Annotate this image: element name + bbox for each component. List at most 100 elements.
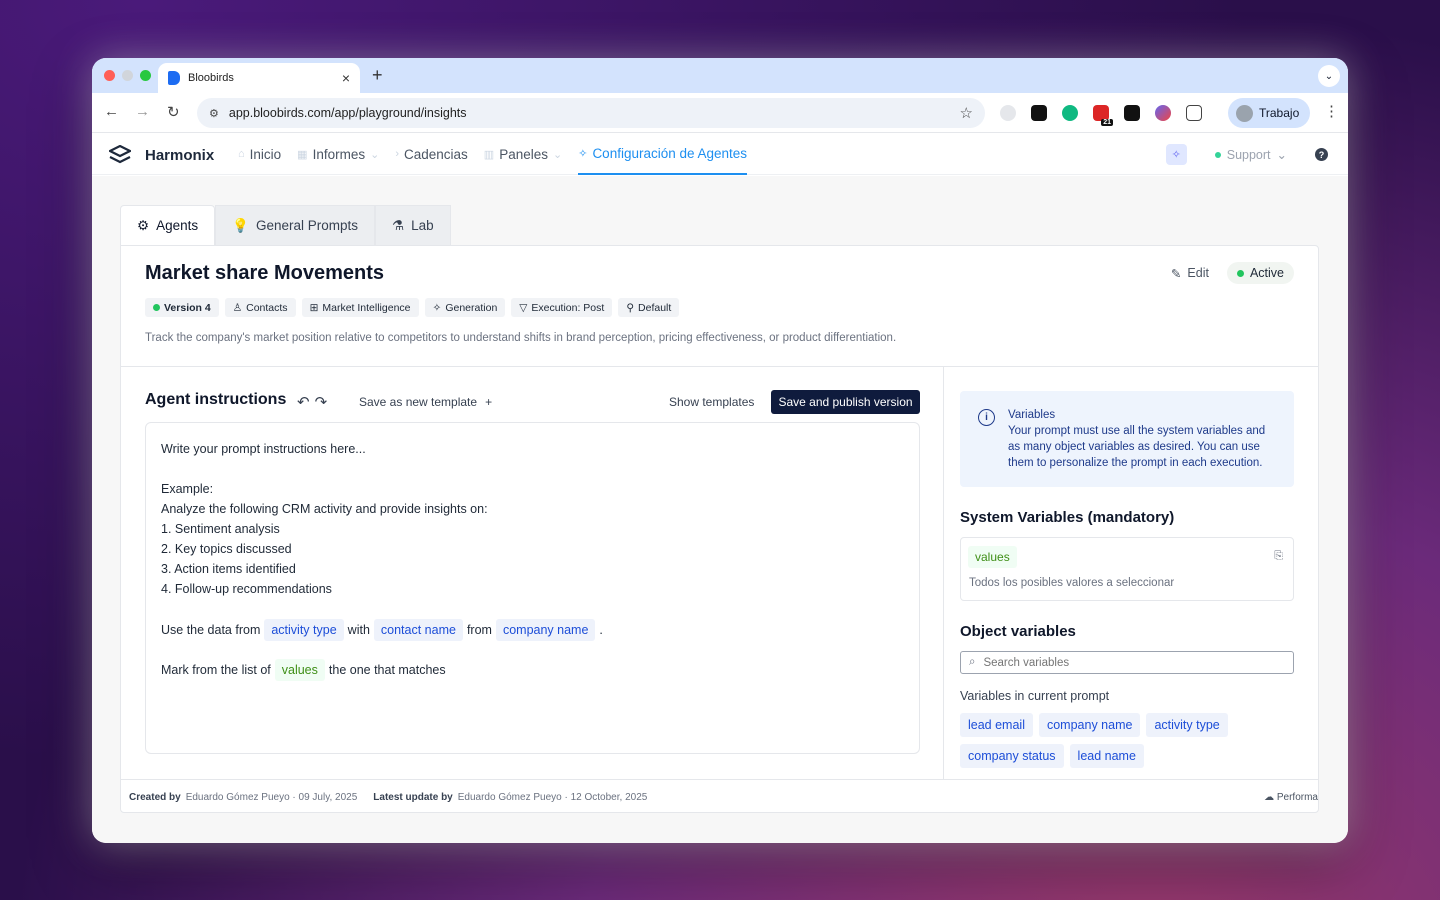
variable-chip[interactable]: company name [1038,713,1141,737]
back-icon[interactable]: ← [104,103,119,120]
save-and-publish-button[interactable]: Save and publish version [771,390,920,414]
forward-icon[interactable]: → [135,103,150,120]
report-icon: ▦ [297,148,308,161]
chevron-down-icon: ⌄ [553,148,563,161]
nav-item-inicio[interactable]: ⌂ Inicio [238,133,281,175]
bookmark-star-icon[interactable]: ☆ [960,104,973,122]
tab-label: Lab [411,218,434,233]
status-label: Active [1249,266,1284,280]
reload-icon[interactable]: ↻ [167,103,180,121]
tab-agents[interactable]: ⚙ Agents [120,205,216,245]
nav-item-paneles[interactable]: ▥ Paneles ⌄ [484,133,562,175]
save-as-template-button[interactable]: Save as new template + [359,395,492,409]
sparkle-icon: ✧ [432,301,442,314]
nav-item-informes[interactable]: ▦ Informes ⌄ [297,133,379,175]
editor-line: Analyze the following CRM activity and p… [161,502,488,516]
variable-chip[interactable]: lead email [960,713,1033,737]
extension-3-icon[interactable] [1062,105,1078,121]
online-dot [1214,151,1221,158]
created-value: Eduardo Gómez Pueyo · 09 July, 2025 [185,791,358,803]
current-variables-list: lead email company name activity type co… [960,713,1294,768]
copy-icon[interactable]: ⎘ [1274,550,1283,563]
editor-line-mark: Mark from the list of values the one that … [161,659,904,681]
nav-item-cadencias[interactable]: › Cadencias [395,133,467,175]
variable-chip[interactable]: activity type [1146,713,1228,737]
undo-icon[interactable]: ↶ [297,394,315,411]
performance-link[interactable]: ☁ Performa [1264,792,1318,803]
url-text: app.bloobirds.com/app/playground/insight… [228,106,467,120]
variable-chip[interactable]: lead name [1069,744,1144,768]
maximize-window-button[interactable] [140,70,151,81]
profile-button[interactable]: Trabajo [1228,98,1310,128]
system-variable-chip[interactable]: values [274,659,325,681]
chip-market-intelligence: ⊞ Market Intelligence [301,298,419,317]
browser-window: Bloobirds × + ⌄ ← → ↻ ⚙ app.bloobirds.co… [92,58,1348,843]
harmonix-logo-icon [109,145,131,164]
redo-icon[interactable]: ↷ [315,394,333,411]
extension-6-icon[interactable] [1155,105,1171,121]
variable-chip[interactable]: activity type [264,619,344,641]
filter-icon: ▽ [519,301,528,314]
support-menu[interactable]: Support ⌄ [1214,147,1287,162]
system-variable-card: values ⎘ Todos los posibles valores a se… [960,537,1294,601]
tab-general-prompts[interactable]: 💡 General Prompts [215,205,375,245]
prompt-editor[interactable]: Write your prompt instructions here... E… [145,422,920,754]
chip-execution: ▽ Execution: Post [511,298,613,317]
agent-chips: Version 4 ♙ Contacts ⊞ Market Intelligence… [145,298,680,317]
browser-tab[interactable]: Bloobirds × [158,63,360,93]
extension-2-icon[interactable] [1031,105,1047,121]
editor-text: Mark from the list of [161,663,271,677]
extension-4-icon[interactable]: 21 [1093,105,1113,126]
home-icon: ⌂ [238,148,245,160]
tab-search-chevron-icon[interactable]: ⌄ [1318,65,1340,87]
save-template-label: Save as new template [359,395,478,409]
chip-default: ⚲ Default [618,298,680,317]
main-nav: ⌂ Inicio ▦ Informes ⌄ › Cadencias ▥ Paneles ⌄ … [238,133,748,175]
chevron-down-icon: ⌄ [370,148,380,161]
profile-name: Trabajo [1259,106,1300,120]
site-settings-icon[interactable]: ⚙ [209,107,219,120]
info-text: Your prompt must use all the system vari… [1008,425,1266,469]
link-icon: ⚲ [626,301,635,314]
help-icon[interactable]: ? [1315,148,1328,161]
status-badge[interactable]: Active [1226,262,1294,284]
close-tab-icon[interactable]: × [342,70,350,86]
chip-label: Execution: Post [531,301,605,314]
variable-chip[interactable]: company status [960,744,1064,768]
agent-card: Market share Movements ✎ Edit Active Vers… [120,245,1319,813]
system-variable-chip[interactable]: values [968,546,1017,568]
show-templates-button[interactable]: Show templates [669,395,754,409]
variable-chip[interactable]: company name [495,619,596,641]
browser-menu-icon[interactable]: ⋮ [1324,102,1339,120]
undo-redo: ↶↷ [297,393,332,411]
variable-chip[interactable]: contact name [373,619,463,641]
created-label: Created by [129,791,181,803]
chevron-down-icon: ⌄ [1276,148,1287,162]
extensions-puzzle-icon[interactable] [1186,105,1202,121]
nav-item-configuracion-agentes[interactable]: ✧ Configuración de Agentes [578,133,748,175]
current-variables-label: Variables in current prompt [960,689,1110,703]
extension-5-icon[interactable] [1124,105,1140,121]
extensions-bar: 21 [1000,105,1202,126]
agents-icon: ⚙ [137,217,150,233]
new-tab-icon[interactable]: + [372,65,383,86]
close-window-button[interactable] [104,70,115,81]
flask-icon: ⚗ [392,217,405,233]
search-input[interactable] [983,656,1264,669]
chip-contacts: ♙ Contacts [224,298,296,317]
nav-label: Inicio [249,146,282,162]
minimize-window-button[interactable] [122,70,133,81]
edit-button[interactable]: ✎ Edit [1171,266,1209,281]
address-bar[interactable]: ⚙ app.bloobirds.com/app/playground/insig… [197,98,985,128]
brand[interactable]: Harmonix [109,145,214,165]
magic-wand-icon[interactable]: ✧ [1165,144,1187,165]
support-label: Support [1226,147,1271,162]
extension-1-icon[interactable] [1000,105,1016,121]
wand-icon: ✧ [578,147,588,160]
system-variable-description: Todos los posibles valores a seleccionar [969,577,1175,589]
editor-line: 3. Action items identified [161,562,296,576]
search-variables: ⌕ [960,651,1294,674]
tab-lab[interactable]: ⚗ Lab [375,205,451,245]
